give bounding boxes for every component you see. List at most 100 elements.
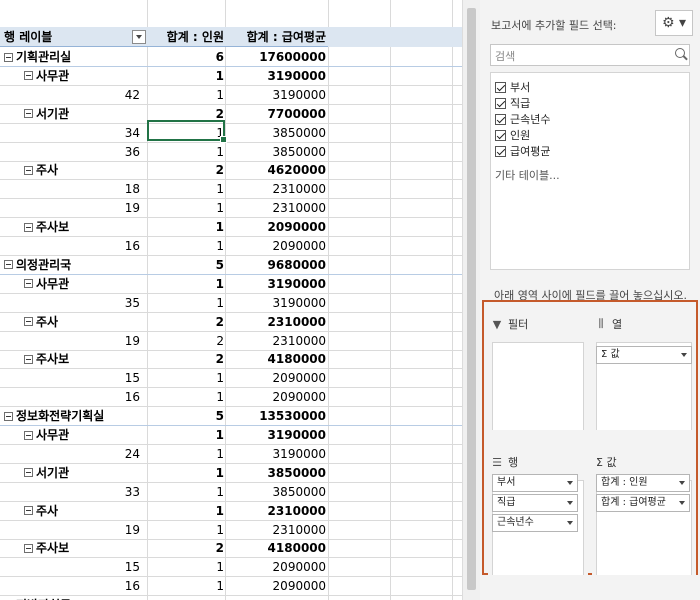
pivot-row[interactable]: 36 1 3850000 bbox=[0, 142, 462, 162]
pivot-row[interactable]: 33 1 3850000 bbox=[0, 482, 462, 502]
salary-cell: 3190000 bbox=[267, 276, 326, 291]
field-item-staff[interactable]: 인원 bbox=[495, 127, 530, 143]
checkbox[interactable] bbox=[495, 113, 506, 125]
pivot-row[interactable]: 기획관리실 6 17600000 bbox=[0, 47, 462, 67]
checkbox[interactable] bbox=[495, 81, 506, 93]
field-item-salary[interactable]: 급여평균 bbox=[495, 143, 550, 159]
collapse-icon[interactable] bbox=[24, 222, 33, 232]
pivot-row[interactable]: 35 1 3190000 bbox=[0, 293, 462, 313]
salary-cell: 9680000 bbox=[267, 257, 326, 272]
value-field-count[interactable]: 합계 : 인원 bbox=[596, 474, 690, 492]
pivot-row[interactable]: 의정관리국 5 9680000 bbox=[0, 255, 462, 275]
row-label: 33 bbox=[124, 484, 140, 499]
count-cell: 1 bbox=[215, 276, 224, 291]
count-cell: 1 bbox=[215, 220, 224, 235]
salary-cell: 2090000 bbox=[272, 239, 326, 253]
values-area[interactable]: Σ 값 합계 : 인원 합계 : 급여평균 bbox=[592, 450, 696, 575]
row-label-filter-dropdown[interactable] bbox=[132, 30, 146, 44]
collapse-icon[interactable] bbox=[24, 543, 33, 553]
pivot-row[interactable]: 16 1 2090000 bbox=[0, 387, 462, 408]
selected-cell[interactable] bbox=[147, 120, 227, 143]
collapse-icon[interactable] bbox=[24, 71, 33, 81]
pivot-row[interactable]: 15 1 2090000 bbox=[0, 368, 462, 389]
pivot-row[interactable]: 주사보 2 4180000 bbox=[0, 349, 462, 370]
pivot-row[interactable]: 주사 1 2310000 bbox=[0, 501, 462, 521]
row-field-years[interactable]: 근속년수 bbox=[492, 514, 578, 532]
columns-area[interactable]: ⫼ 열 Σ 값 bbox=[592, 312, 696, 430]
collapse-icon[interactable] bbox=[24, 430, 33, 440]
pivot-row[interactable]: 19 1 2310000 bbox=[0, 520, 462, 540]
rows-icon: ☰ bbox=[492, 455, 502, 469]
value-field-salary[interactable]: 합계 : 급여평균 bbox=[596, 494, 690, 512]
rows-area[interactable]: ☰ 행 부서 직급 근속년수 bbox=[488, 450, 588, 575]
pivot-row[interactable]: 24 1 3190000 bbox=[0, 444, 462, 464]
salary-cell: 2310000 bbox=[272, 522, 326, 537]
vertical-scrollbar[interactable] bbox=[462, 0, 480, 600]
column-field-values[interactable]: Σ 값 bbox=[596, 346, 692, 364]
salary-cell: 4180000 bbox=[267, 352, 326, 367]
pivot-row[interactable]: 사무관 1 3190000 bbox=[0, 66, 462, 86]
pivot-row[interactable]: 주사보 1 2090000 bbox=[0, 217, 462, 238]
collapse-icon[interactable] bbox=[24, 109, 33, 119]
collapse-icon[interactable] bbox=[24, 279, 33, 289]
pivot-row[interactable]: 정보화전략기획실 5 13530000 bbox=[0, 406, 462, 427]
row-field-dept[interactable]: 부서 bbox=[492, 474, 578, 492]
pivot-row[interactable]: 34 1 3850000 bbox=[0, 123, 462, 143]
field-search-input[interactable]: 검색 bbox=[490, 44, 690, 66]
salary-cell: 3190000 bbox=[272, 87, 326, 102]
count-cell: 1 bbox=[215, 68, 224, 83]
collapse-icon[interactable] bbox=[4, 52, 13, 62]
pivot-row[interactable]: 주사 2 4620000 bbox=[0, 160, 462, 181]
salary-cell: 21560000 bbox=[226, 595, 326, 600]
salary-cell: 2310000 bbox=[272, 333, 326, 348]
checkbox[interactable] bbox=[495, 97, 506, 109]
choose-fields-label: 보고서에 추가할 필드 선택: bbox=[491, 19, 617, 32]
field-item-dept[interactable]: 부서 bbox=[495, 79, 530, 95]
field-list: 부서 직급 근속년수 인원 급여평균 기타 테이블... bbox=[490, 72, 690, 270]
pivot-row[interactable]: 주사보 2 4180000 bbox=[0, 538, 462, 559]
checkbox[interactable] bbox=[495, 129, 506, 141]
pivot-row[interactable]: 사무관 1 3190000 bbox=[0, 274, 462, 294]
collapse-icon[interactable] bbox=[24, 468, 33, 478]
pivot-row[interactable]: 사무관 1 3190000 bbox=[0, 425, 462, 445]
count-cell: 8 bbox=[148, 595, 224, 600]
count-cell: 2 bbox=[215, 352, 224, 367]
checkbox[interactable] bbox=[495, 145, 506, 157]
row-field-rank[interactable]: 직급 bbox=[492, 494, 578, 512]
pivot-table-sheet[interactable]: 행 레이블 합계 : 인원 합계 : 급여평균 기획관리실 6 17600000 사무… bbox=[0, 0, 462, 600]
pivot-row[interactable]: 19 2 2310000 bbox=[0, 331, 462, 351]
salary-cell: 3190000 bbox=[272, 295, 326, 310]
pivot-row[interactable]: 15 1 2090000 bbox=[0, 557, 462, 578]
collapse-icon[interactable] bbox=[24, 506, 33, 516]
pivot-row[interactable]: 서기관 2 7700000 bbox=[0, 104, 462, 124]
count-cell: 1 bbox=[216, 522, 224, 537]
count-cell: 6 bbox=[215, 50, 224, 64]
pivot-row[interactable]: 16 1 2090000 bbox=[0, 576, 462, 597]
field-item-rank[interactable]: 직급 bbox=[495, 95, 530, 111]
row-label: 34 bbox=[124, 125, 140, 140]
salary-cell: 2090000 bbox=[267, 220, 326, 235]
collapse-icon[interactable] bbox=[24, 165, 33, 175]
row-label: 서기관 bbox=[36, 106, 70, 121]
gear-icon[interactable]: ⚙ ▾ bbox=[655, 10, 693, 36]
pivot-row[interactable]: 주사 2 2310000 bbox=[0, 312, 462, 332]
pivot-row[interactable]: 42 1 3190000 bbox=[0, 85, 462, 105]
pivot-row[interactable]: 19 1 2310000 bbox=[0, 198, 462, 219]
filter-area[interactable]: ▼ 필터 bbox=[488, 312, 588, 430]
more-tables-link[interactable]: 기타 테이블... bbox=[495, 167, 560, 183]
field-item-years[interactable]: 근속년수 bbox=[495, 111, 550, 127]
pivot-row[interactable]: 18 1 2310000 bbox=[0, 179, 462, 200]
pivot-row[interactable]: 서기관 1 3850000 bbox=[0, 463, 462, 483]
scrollbar-thumb[interactable] bbox=[467, 8, 476, 590]
row-label: 15 bbox=[124, 371, 140, 386]
count-cell: 2 bbox=[215, 163, 224, 178]
pivot-row[interactable]: 16 1 2090000 bbox=[0, 236, 462, 256]
columns-icon: ⫼ bbox=[598, 317, 604, 330]
collapse-icon[interactable] bbox=[24, 354, 33, 364]
row-label: 18 bbox=[124, 182, 140, 197]
collapse-icon[interactable] bbox=[4, 260, 13, 270]
pivot-row[interactable]: 지방자치국 821560000 bbox=[0, 595, 462, 600]
collapse-icon[interactable] bbox=[24, 317, 33, 327]
collapse-icon[interactable] bbox=[4, 411, 13, 421]
row-label: 기획관리실 bbox=[16, 50, 72, 64]
